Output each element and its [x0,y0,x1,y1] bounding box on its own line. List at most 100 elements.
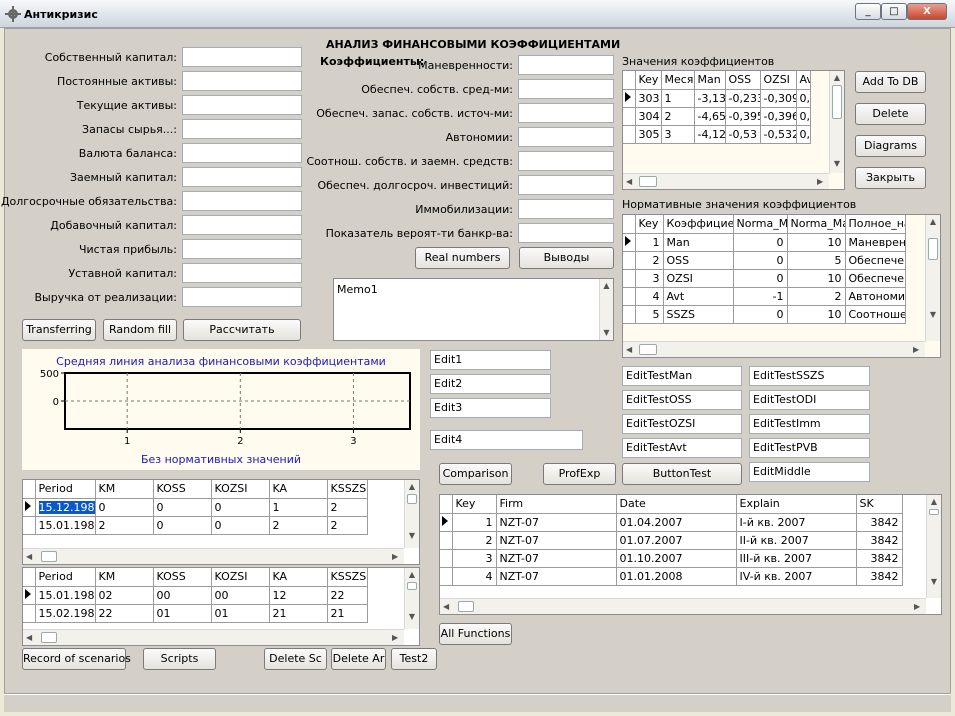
table-cell[interactable]: 0 [733,305,788,324]
table-cell[interactable]: I-й кв. 2007 [736,513,857,532]
column-header[interactable]: KSSZS [327,568,368,587]
balance-input[interactable] [182,167,302,187]
coef-input[interactable] [518,151,614,171]
table-cell[interactable]: 1 [661,89,695,108]
edit-middle[interactable]: EditMiddle [749,462,870,482]
table-cell[interactable]: 0,0 [796,107,811,126]
edit-test-man[interactable]: EditTestMan [622,366,742,386]
table-row[interactable]: 2 NZT-07 01.07.2007 II-й кв. 2007 3842 [440,531,903,550]
table-cell[interactable]: OZSI [663,269,734,288]
column-header[interactable]: Man [694,71,726,90]
table-cell[interactable]: Man [663,233,734,252]
table-cell[interactable]: 0,0 [796,89,811,108]
table-cell[interactable]: 3842 [856,513,903,532]
column-header[interactable]: KA [269,480,328,499]
table-cell[interactable]: II-й кв. 2007 [736,531,857,550]
column-header[interactable]: KM [95,480,154,499]
table-cell[interactable]: 12 [269,586,328,605]
balance-input[interactable] [182,47,302,67]
table-cell[interactable]: 00 [211,586,270,605]
table-cell[interactable]: 4 [452,567,497,586]
column-header[interactable]: KSSZS [327,480,368,499]
table-cell[interactable]: 1 [269,498,328,517]
coef-input[interactable] [518,103,614,123]
column-header[interactable]: Period [35,568,96,587]
table-cell[interactable]: -0,53 [725,125,761,144]
edit-test-imm[interactable]: EditTestImm [749,414,870,434]
table-cell[interactable]: 0 [153,516,212,535]
table-row[interactable]: 3 OZSI 0 10 Обеспечен [623,269,906,288]
table-cell[interactable]: 3842 [856,531,903,550]
table-cell[interactable]: 3842 [856,567,903,586]
column-header[interactable]: KOZSI [211,480,270,499]
balance-input[interactable] [182,215,302,235]
table-row[interactable]: 2 OSS 0 5 Обеспечен [623,251,906,270]
table-row[interactable]: 3 NZT-07 01.10.2007 III-й кв. 2007 3842 [440,549,903,568]
column-header[interactable]: KOSS [153,480,212,499]
column-header[interactable]: Av [796,71,811,90]
delete-ar-button[interactable]: Delete Ar [331,648,386,670]
column-header[interactable]: Key [635,215,664,234]
memo-box[interactable]: Memo1 ▲ ▼ [333,278,614,341]
edit-test-avt[interactable]: EditTestAvt [622,438,742,458]
period-grid-1-vscroll[interactable]: ▲ ▼ [404,480,419,548]
period-grid-1[interactable]: PeriodKMKOSSKOZSIKAKSSZS15.12.1984000121… [22,479,420,565]
table-cell[interactable]: 3842 [856,549,903,568]
table-cell[interactable]: 0 [733,233,788,252]
table-row[interactable]: 1 NZT-07 01.04.2007 I-й кв. 2007 3842 [440,513,903,532]
conclusions-button[interactable]: Выводы [519,247,614,269]
table-cell[interactable]: NZT-07 [496,513,617,532]
balance-input[interactable] [182,119,302,139]
table-cell[interactable]: 3 [661,125,695,144]
column-header[interactable]: KOSS [153,568,212,587]
table-row[interactable]: 15.12.198400012 [23,498,368,517]
table-cell[interactable]: -0,233 [725,89,761,108]
balance-input[interactable] [182,263,302,283]
table-cell[interactable]: 5 [787,251,846,270]
firm-grid-vscroll[interactable]: ▲ ▼ [926,495,941,598]
column-header[interactable]: SK [856,495,903,514]
table-cell[interactable]: 0 [733,269,788,288]
table-cell[interactable]: 2 [327,498,368,517]
table-cell[interactable]: 1 [635,233,664,252]
table-cell[interactable]: -1 [733,287,788,306]
table-cell[interactable]: 15.01.1985 [35,516,96,535]
table-cell[interactable]: -3,13 [694,89,726,108]
column-header[interactable]: Explain [736,495,857,514]
table-row[interactable]: 5SSZS010Соотношен [623,305,906,324]
coef-values-hscroll[interactable]: ◀ ▶ [623,173,829,189]
table-cell[interactable]: Автономии [845,287,906,306]
table-cell[interactable]: 2 [635,251,664,270]
column-header[interactable]: Коэффициент [663,215,734,234]
table-cell[interactable]: 3 [635,269,664,288]
coef-values-grid[interactable]: KeyМесяцManOSSOZSIAv3031-3,13-0,233-0,30… [622,70,845,190]
table-cell[interactable]: 0 [153,498,212,517]
record-scenarios-button[interactable]: Record of scenarios [22,648,131,670]
table-cell[interactable]: 01.04.2007 [616,513,737,532]
table-cell[interactable]: 0,0 [796,125,811,144]
column-header[interactable]: KOZSI [211,568,270,587]
delete-button[interactable]: Delete [855,103,926,125]
memo-scrollbar[interactable]: ▲ ▼ [599,279,613,340]
table-row[interactable]: 4Avt-12Автономии [623,287,906,306]
coef-input[interactable] [518,127,614,147]
table-cell[interactable]: 0 [211,516,270,535]
real-numbers-button[interactable]: Real numbers [415,247,510,269]
table-cell[interactable]: III-й кв. 2007 [736,549,857,568]
coef-values-vscroll[interactable]: ▲ ▼ [829,71,844,173]
balance-input[interactable] [182,95,302,115]
balance-input[interactable] [182,239,302,259]
table-cell[interactable]: 2 [95,516,154,535]
table-cell[interactable]: 01 [211,604,270,623]
column-header[interactable]: KA [269,568,328,587]
table-row[interactable]: 15.01.19850200001222 [23,586,368,605]
table-cell[interactable]: 01.01.2008 [616,567,737,586]
table-row[interactable]: 3031-3,13-0,233-0,3090,0 [623,89,811,108]
column-header[interactable]: Полное_на [845,215,906,234]
table-cell[interactable]: 4 [635,287,664,306]
edit-test-sszs[interactable]: EditTestSSZS [749,366,870,386]
table-cell[interactable]: 0 [95,498,154,517]
table-cell[interactable]: NZT-07 [496,549,617,568]
table-row[interactable]: 3053-4,12-0,53-0,5320,0 [623,125,811,144]
column-header[interactable]: Firm [496,495,617,514]
